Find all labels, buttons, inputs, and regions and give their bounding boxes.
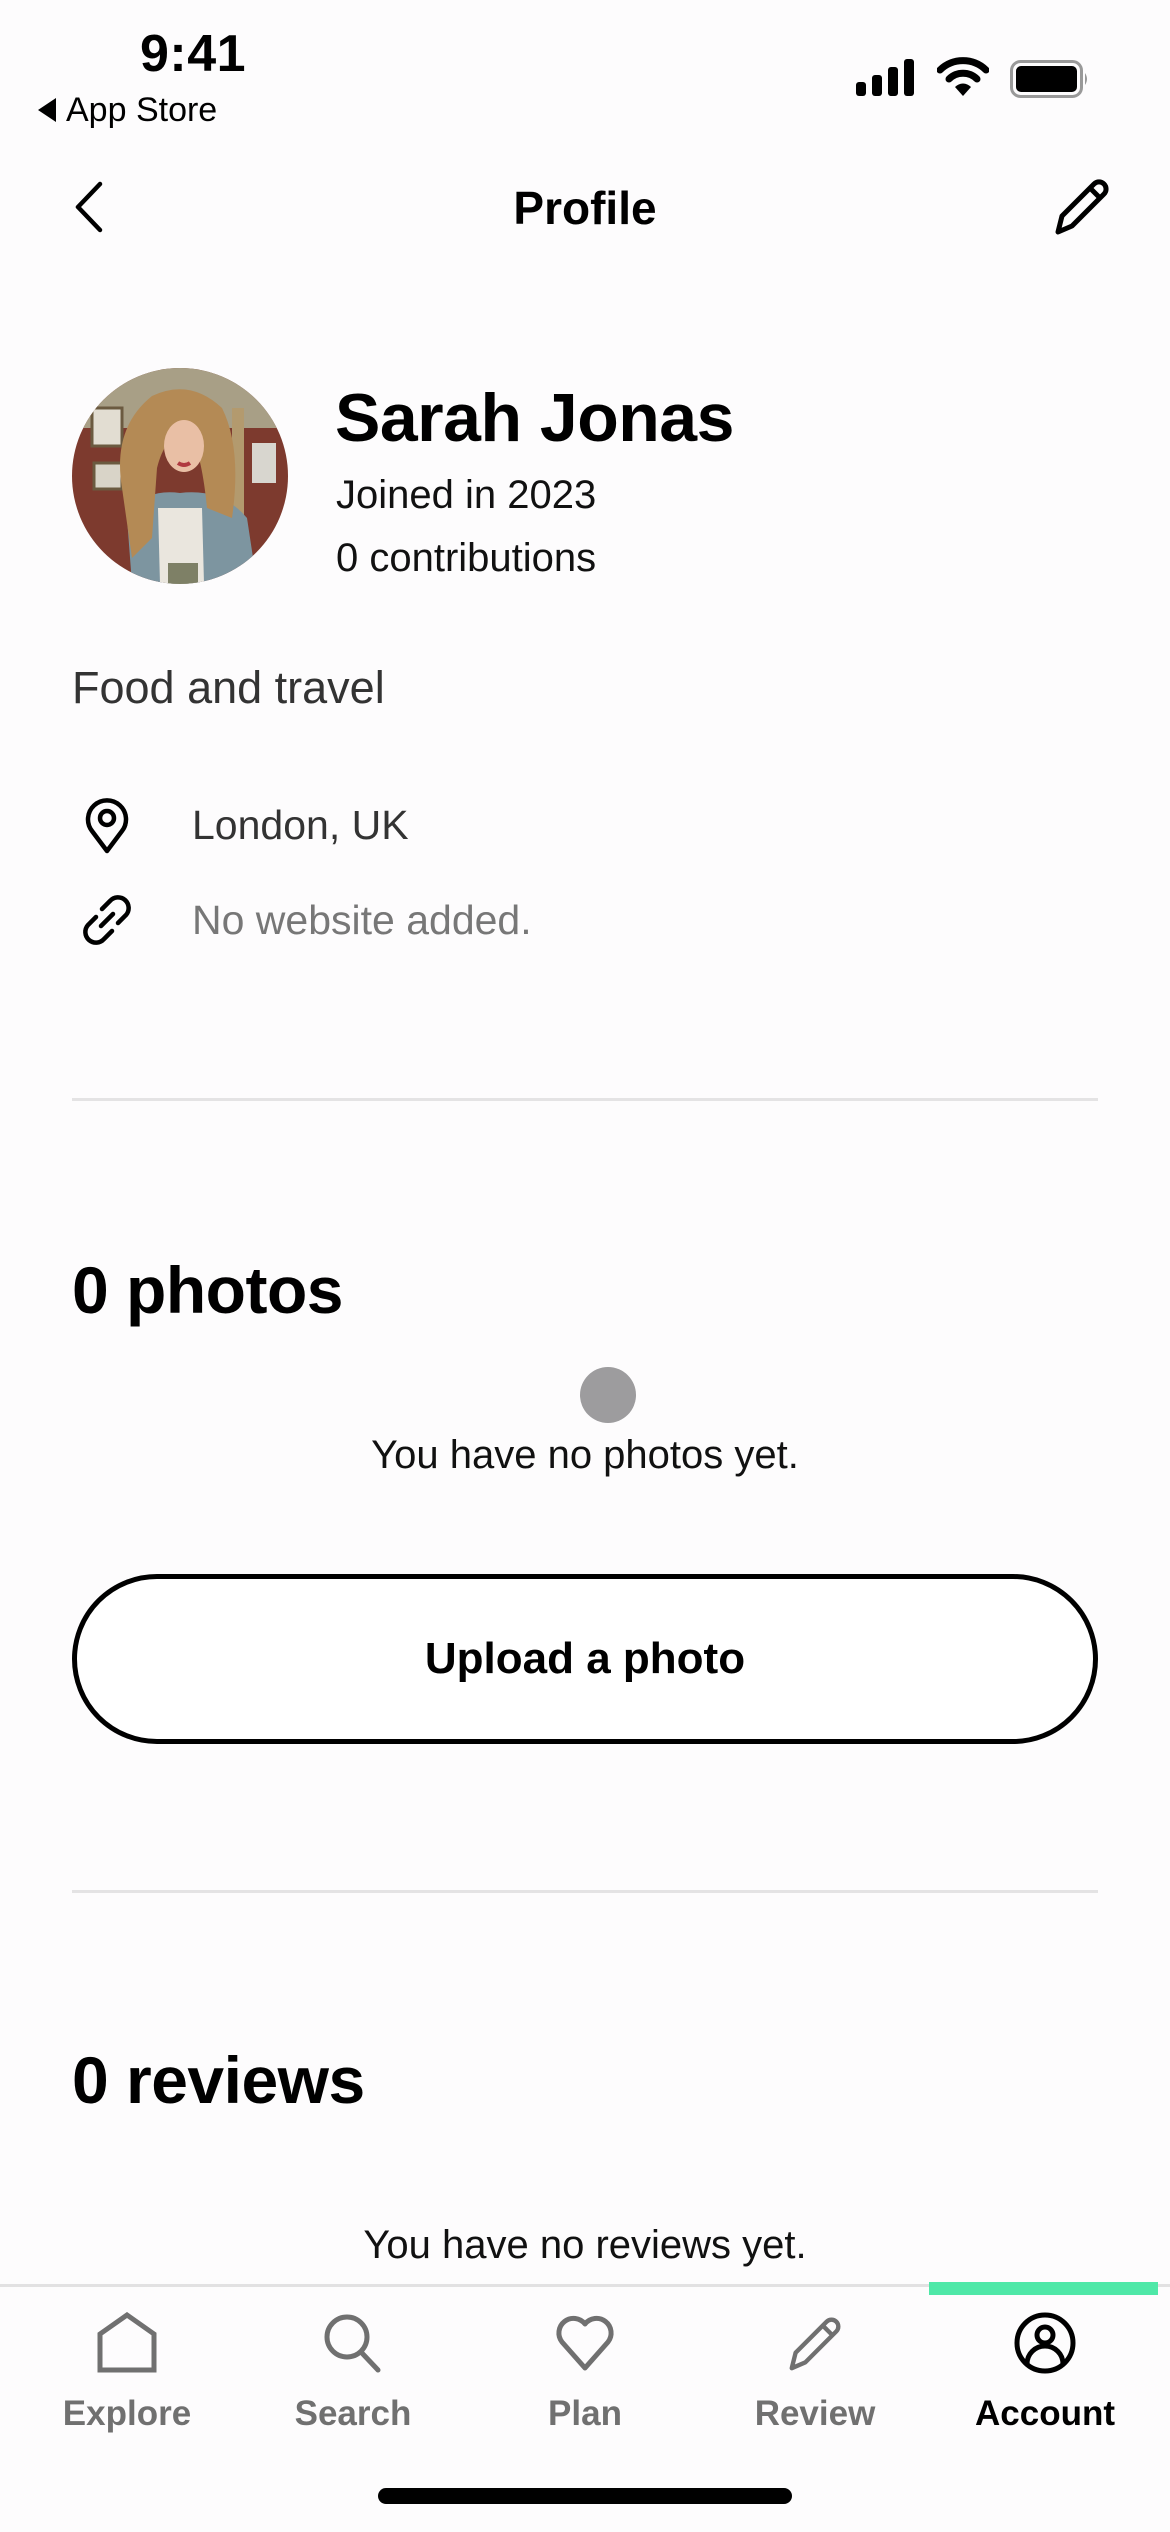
tab-label: Explore (62, 2394, 192, 2433)
website-row: No website added. (72, 885, 532, 955)
active-tab-indicator (929, 2282, 1158, 2295)
back-triangle-icon (38, 98, 56, 122)
location-row: London, UK (72, 790, 409, 860)
map-pin-icon (72, 790, 142, 860)
tab-search[interactable]: Search (238, 2300, 468, 2440)
upload-photo-button[interactable]: Upload a photo (72, 1574, 1098, 1744)
link-icon (72, 885, 142, 955)
home-indicator (378, 2488, 792, 2504)
divider (72, 1098, 1098, 1101)
home-icon (92, 2308, 162, 2378)
photos-empty-message: You have no photos yet. (371, 1433, 799, 1477)
tab-label: Account (975, 2394, 1115, 2433)
photo-placeholder-icon (580, 1367, 636, 1423)
status-time: 9:41 (140, 25, 247, 83)
contributions-count: 0 contributions (336, 536, 597, 580)
profile-name: Sarah Jonas (335, 380, 734, 456)
battery-icon (1010, 60, 1087, 98)
tab-account[interactable]: Account (930, 2300, 1160, 2440)
wifi-icon (937, 57, 989, 96)
user-circle-icon (1010, 2308, 1080, 2378)
reviews-heading: 0 reviews (72, 2043, 365, 2117)
photos-heading: 0 photos (72, 1253, 344, 1327)
tab-plan[interactable]: Plan (470, 2300, 700, 2440)
back-to-app-store[interactable]: App Store (38, 88, 217, 132)
reviews-empty-message: You have no reviews yet. (363, 2223, 807, 2267)
location-text: London, UK (192, 802, 409, 848)
page-title: Profile (513, 182, 657, 234)
tab-label: Search (294, 2394, 412, 2433)
pencil-icon (780, 2308, 850, 2378)
avatar (72, 368, 288, 584)
profile-bio: Food and travel (72, 662, 385, 713)
heart-icon (550, 2308, 620, 2378)
tab-label: Plan (548, 2394, 622, 2433)
website-text: No website added. (192, 897, 532, 943)
signal-icon (856, 59, 914, 96)
tab-review[interactable]: Review (700, 2300, 930, 2440)
back-app-label: App Store (66, 91, 218, 129)
pencil-icon (1055, 179, 1109, 235)
edit-profile-button[interactable] (1050, 174, 1114, 238)
divider (72, 1890, 1098, 1893)
search-icon (318, 2308, 388, 2378)
tab-explore[interactable]: Explore (12, 2300, 242, 2440)
joined-date: Joined in 2023 (336, 473, 597, 517)
tab-label: Review (754, 2394, 876, 2433)
